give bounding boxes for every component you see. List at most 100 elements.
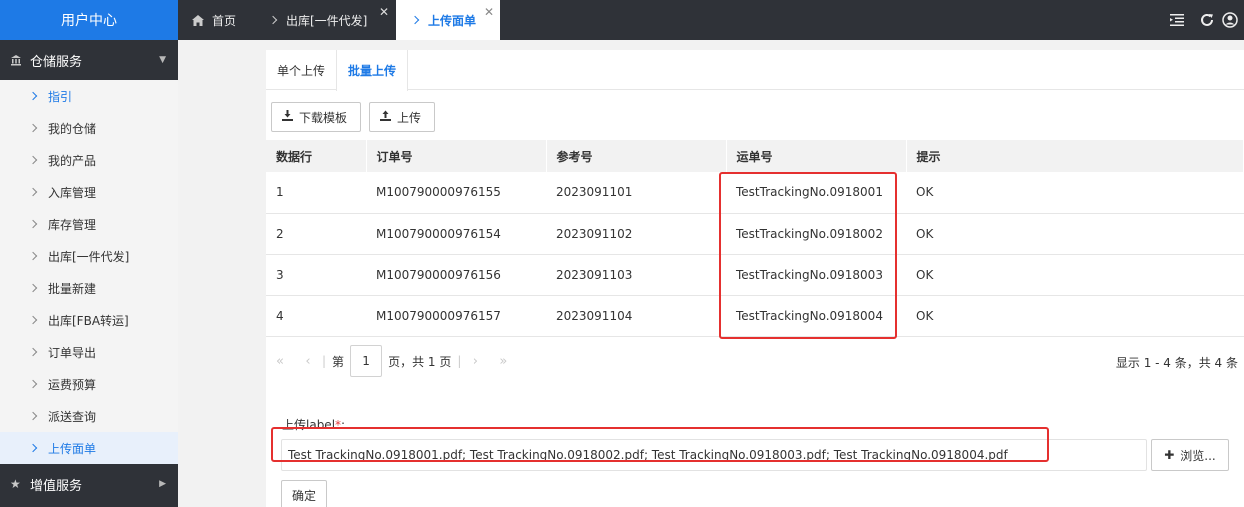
sidebar-item-label: 我的产品	[48, 153, 97, 168]
menu-fold-icon[interactable]	[1162, 0, 1192, 40]
column-header[interactable]: 数据行	[266, 140, 367, 172]
sidebar-item-label: 出库[FBA转运]	[48, 313, 129, 328]
sidebar-item-batch-create[interactable]: 批量新建	[0, 272, 178, 304]
sidebar-item-outbound-fba[interactable]: 出库[FBA转运]	[0, 304, 178, 336]
sidebar: 用户中心 仓储服务 ▼ 指引 我的仓储 我的产品 入库管理 库存管理 出库[一件…	[0, 0, 178, 507]
column-header[interactable]: 订单号	[366, 140, 547, 172]
pager-separator: |	[322, 354, 327, 368]
refresh-icon[interactable]	[1192, 0, 1222, 40]
table-cell: 4	[266, 295, 366, 337]
sidebar-item-label: 我的仓储	[48, 121, 97, 136]
sidebar-item-my-warehouse[interactable]: 我的仓储	[0, 112, 178, 144]
table-cell: 2023091102	[546, 213, 726, 255]
sidebar-item-upload-label[interactable]: 上传面单	[0, 432, 178, 464]
sidebar-item-label: 订单导出	[48, 345, 97, 360]
chevron-right-icon	[28, 347, 38, 357]
download-template-label: 下载模板	[299, 110, 348, 125]
tracking-number-highlight	[719, 172, 897, 339]
page-number-input[interactable]: 1	[350, 345, 383, 377]
subtab-single-upload[interactable]: 单个上传	[266, 50, 336, 90]
chevron-right-icon	[28, 411, 38, 421]
table-cell: OK	[906, 172, 1244, 214]
sidebar-item-label: 运费预算	[48, 377, 97, 392]
sidebar-group-label: 仓储服务	[30, 54, 83, 70]
sidebar-item-label: 派送查询	[48, 409, 97, 424]
brand-title[interactable]: 用户中心	[0, 0, 178, 40]
top-bar: 首页 出库[一件代发] ✕ 上传面单 ✕	[178, 0, 1244, 40]
sidebar-item-label: 批量新建	[48, 281, 97, 296]
next-page-icon[interactable]: ›	[461, 354, 489, 369]
close-icon[interactable]: ✕	[484, 5, 494, 19]
tab-outbound-dropship[interactable]: 出库[一件代发] ✕	[268, 0, 395, 40]
sidebar-menu: 指引 我的仓储 我的产品 入库管理 库存管理 出库[一件代发] 批量新建 出库[…	[0, 80, 178, 464]
chevron-right-icon	[268, 15, 278, 25]
tab-upload-label[interactable]: 上传面单 ✕	[396, 0, 500, 40]
upload-button[interactable]: 上传	[369, 102, 435, 132]
chevron-right-icon	[28, 91, 38, 101]
browse-label: 浏览...	[1180, 448, 1216, 463]
chevron-right-icon	[28, 315, 38, 325]
table-cell: 1	[266, 172, 366, 214]
file-input-highlight	[271, 427, 1049, 462]
sidebar-item-my-products[interactable]: 我的产品	[0, 144, 178, 176]
column-header[interactable]: 提示	[906, 140, 1244, 172]
download-template-button[interactable]: 下载模板	[271, 102, 361, 132]
browse-button[interactable]: ✚ 浏览...	[1151, 439, 1229, 471]
star-icon: ★	[10, 477, 21, 491]
close-icon[interactable]: ✕	[379, 5, 389, 19]
sidebar-item-outbound-dropship[interactable]: 出库[一件代发]	[0, 240, 178, 272]
sidebar-item-label: 库存管理	[48, 217, 97, 232]
sidebar-group-label: 增值服务	[30, 478, 83, 494]
sidebar-item-inbound[interactable]: 入库管理	[0, 176, 178, 208]
table-cell: M100790000976157	[366, 295, 546, 337]
tab-home[interactable]: 首页	[178, 0, 256, 40]
sidebar-group-warehouse[interactable]: 仓储服务 ▼	[0, 40, 178, 80]
user-icon[interactable]	[1222, 0, 1244, 40]
first-page-icon[interactable]: «	[266, 354, 294, 369]
upload-subtabs: 单个上传 批量上传	[266, 50, 1244, 91]
last-page-icon[interactable]: »	[489, 354, 517, 369]
tab-label: 首页	[212, 13, 237, 28]
table-cell: 2	[266, 213, 366, 255]
table-cell: 2023091103	[546, 254, 726, 296]
table-cell: OK	[906, 295, 1244, 337]
chevron-right-icon	[28, 155, 38, 165]
subtab-batch-upload[interactable]: 批量上传	[336, 50, 409, 91]
tab-label: 上传面单	[428, 13, 477, 28]
chevron-right-icon	[410, 15, 420, 25]
confirm-button[interactable]: 确定	[281, 480, 327, 507]
column-header[interactable]: 参考号	[546, 140, 727, 172]
chevron-right-icon	[28, 379, 38, 389]
download-icon	[282, 110, 293, 124]
pagination: « ‹ | 第 1 页，共 1 页 | › » 显示 1 - 4 条，共 4 条	[266, 344, 1244, 378]
sidebar-item-label: 出库[一件代发]	[48, 249, 130, 264]
sidebar-item-inventory[interactable]: 库存管理	[0, 208, 178, 240]
top-icons	[1162, 0, 1244, 40]
sidebar-item-shipping-estimate[interactable]: 运费预算	[0, 368, 178, 400]
prev-page-icon[interactable]: ‹	[294, 354, 322, 369]
chevron-right-icon	[28, 219, 38, 229]
sidebar-group-value-added[interactable]: ★ 增值服务 ▶	[0, 464, 178, 504]
table-cell: M100790000976154	[366, 213, 546, 255]
sidebar-item-label: 指引	[48, 89, 73, 104]
chevron-right-icon	[28, 123, 38, 133]
plus-icon: ✚	[1164, 448, 1175, 462]
table-cell: 2023091104	[546, 295, 726, 337]
caret-right-icon: ▶	[159, 479, 166, 489]
pager-suffix: 页，共 1 页	[388, 354, 452, 369]
column-header[interactable]: 运单号	[726, 140, 907, 172]
table-header-row: 数据行 订单号 参考号 运单号 提示	[266, 140, 1244, 172]
pager-prefix: 第	[332, 354, 345, 369]
sidebar-item-label: 入库管理	[48, 185, 97, 200]
sidebar-item-order-export[interactable]: 订单导出	[0, 336, 178, 368]
chevron-right-icon	[28, 251, 38, 261]
caret-down-icon: ▼	[159, 55, 166, 65]
table-cell: OK	[906, 213, 1244, 255]
table-cell: M100790000976156	[366, 254, 546, 296]
chevron-right-icon	[28, 443, 38, 453]
sidebar-item-guide[interactable]: 指引	[0, 80, 178, 112]
sidebar-item-delivery-query[interactable]: 派送查询	[0, 400, 178, 432]
sidebar-item-label: 上传面单	[48, 441, 97, 456]
upload-icon	[380, 110, 391, 124]
tab-label: 出库[一件代发]	[286, 13, 368, 28]
